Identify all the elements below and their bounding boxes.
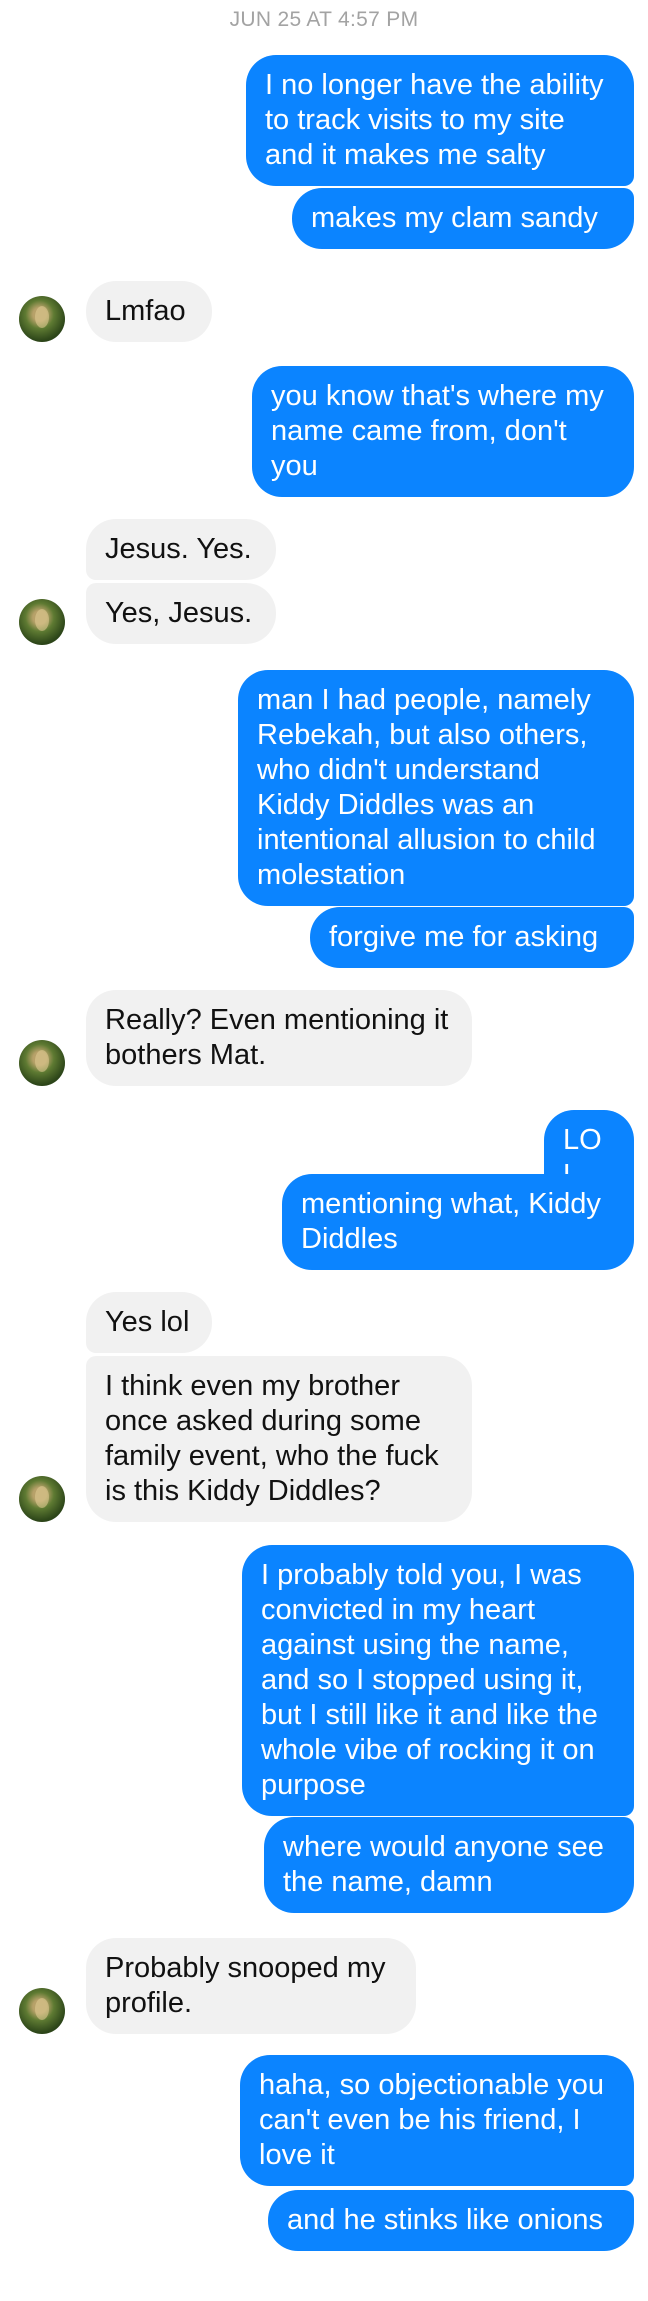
contact-avatar[interactable] [19, 296, 65, 342]
contact-avatar[interactable] [19, 599, 65, 645]
outgoing-message[interactable]: haha, so objectionable you can't even be… [240, 2055, 634, 2186]
thread-timestamp: JUN 25 AT 4:57 PM [229, 8, 419, 31]
outgoing-message[interactable]: you know that's where my name came from,… [252, 366, 634, 497]
outgoing-message[interactable]: I no longer have the ability to track vi… [246, 55, 634, 186]
outgoing-message[interactable]: forgive me for asking [310, 907, 634, 968]
incoming-message[interactable]: Jesus. Yes. [86, 519, 276, 580]
incoming-message[interactable]: Lmfao [86, 281, 212, 342]
outgoing-message[interactable]: I probably told you, I was convicted in … [242, 1545, 634, 1816]
contact-avatar[interactable] [19, 1476, 65, 1522]
incoming-message[interactable]: Really? Even mentioning it bothers Mat. [86, 990, 472, 1086]
message-thread: JUN 25 AT 4:57 PM I no longer have the a… [0, 0, 648, 2301]
incoming-message[interactable]: Yes lol [86, 1292, 212, 1353]
incoming-message[interactable]: I think even my brother once asked durin… [86, 1356, 472, 1522]
outgoing-message[interactable]: where would anyone see the name, damn [264, 1817, 634, 1913]
outgoing-message[interactable]: and he stinks like onions [268, 2190, 634, 2251]
outgoing-message[interactable]: makes my clam sandy [292, 188, 634, 249]
contact-avatar[interactable] [19, 1040, 65, 1086]
incoming-message[interactable]: Probably snooped my profile. [86, 1938, 416, 2034]
incoming-message[interactable]: Yes, Jesus. [86, 583, 276, 644]
outgoing-message[interactable]: man I had people, namely Rebekah, but al… [238, 670, 634, 906]
contact-avatar[interactable] [19, 1988, 65, 2034]
outgoing-message[interactable]: mentioning what, Kiddy Diddles [282, 1174, 634, 1270]
